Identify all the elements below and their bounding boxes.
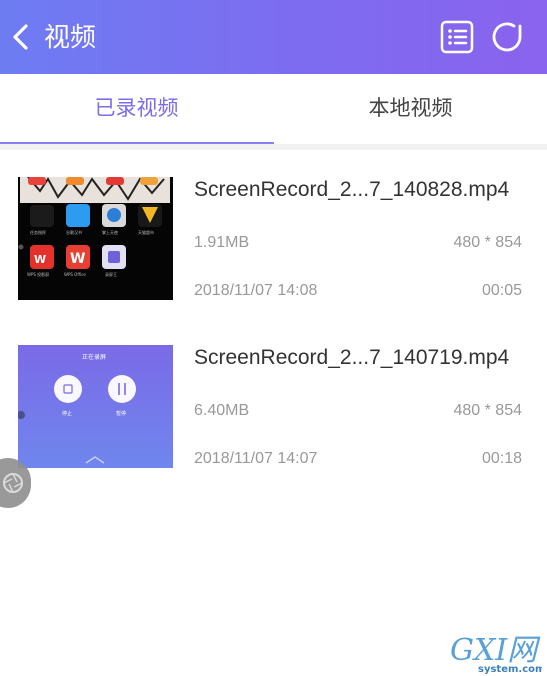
video-list-item[interactable]: W W 任务指挥 谷歌汉书 掌上天使 天猫超市 WPS 投影屏 WPS Offi… bbox=[0, 170, 547, 310]
watermark-logo: GXI网 system.com bbox=[450, 633, 542, 675]
thumb-app-label: WPS 投影屏 bbox=[27, 271, 49, 277]
video-thumbnail[interactable]: 正在录屏 停止 暂停 bbox=[18, 345, 173, 468]
thumb-app-label: 录屏王 bbox=[105, 271, 117, 277]
divider bbox=[0, 144, 547, 150]
aperture-icon bbox=[3, 473, 23, 493]
watermark-main-text: GXI网 bbox=[450, 633, 541, 668]
thumb-recording-label: 正在录屏 bbox=[82, 353, 106, 361]
tab-recorded-videos[interactable]: 已录视频 bbox=[0, 74, 273, 144]
video-list-item[interactable]: 正在录屏 停止 暂停 ScreenRecord_2...7_140719.mp4… bbox=[0, 338, 547, 478]
video-resolution: 480 * 854 bbox=[453, 234, 522, 251]
tab-local-videos[interactable]: 本地视频 bbox=[274, 74, 547, 144]
svg-text:W: W bbox=[34, 253, 46, 266]
video-size: 6.40MB bbox=[194, 402, 250, 419]
video-date: 2018/11/07 14:08 bbox=[194, 282, 318, 299]
video-filename: ScreenRecord_2...7_140828.mp4 bbox=[194, 178, 510, 201]
thumb-app-label: 谷歌汉书 bbox=[66, 229, 82, 235]
floating-record-button[interactable] bbox=[0, 458, 31, 508]
tab-bar: 已录视频 本地视频 bbox=[0, 74, 547, 146]
video-thumbnail[interactable]: W W 任务指挥 谷歌汉书 掌上天使 天猫超市 WPS 投影屏 WPS Offi… bbox=[18, 177, 173, 300]
top-app-bar: 视频 bbox=[0, 0, 547, 74]
video-date: 2018/11/07 14:07 bbox=[194, 450, 318, 467]
video-filename: ScreenRecord_2...7_140719.mp4 bbox=[194, 346, 510, 369]
thumb-app-label: WPS Office bbox=[64, 272, 86, 277]
video-resolution: 480 * 854 bbox=[453, 402, 522, 419]
thumb-app-label: 天猫超市 bbox=[138, 229, 154, 235]
video-size: 1.91MB bbox=[194, 234, 250, 251]
thumb-pause-label: 暂停 bbox=[116, 410, 126, 417]
thumb-app-label: 掌上天使 bbox=[102, 229, 118, 235]
watermark-sub-text: system.com bbox=[478, 664, 542, 675]
svg-text:W: W bbox=[70, 251, 85, 267]
video-duration: 00:05 bbox=[481, 282, 522, 299]
thumb-stop-label: 停止 bbox=[62, 410, 72, 417]
chevron-left-icon[interactable] bbox=[8, 20, 38, 54]
thumb-app-label: 任务指挥 bbox=[30, 229, 46, 235]
video-duration: 00:18 bbox=[481, 450, 522, 467]
list-view-icon[interactable] bbox=[440, 20, 474, 54]
page-title: 视频 bbox=[44, 22, 97, 52]
refresh-icon[interactable] bbox=[490, 20, 524, 54]
